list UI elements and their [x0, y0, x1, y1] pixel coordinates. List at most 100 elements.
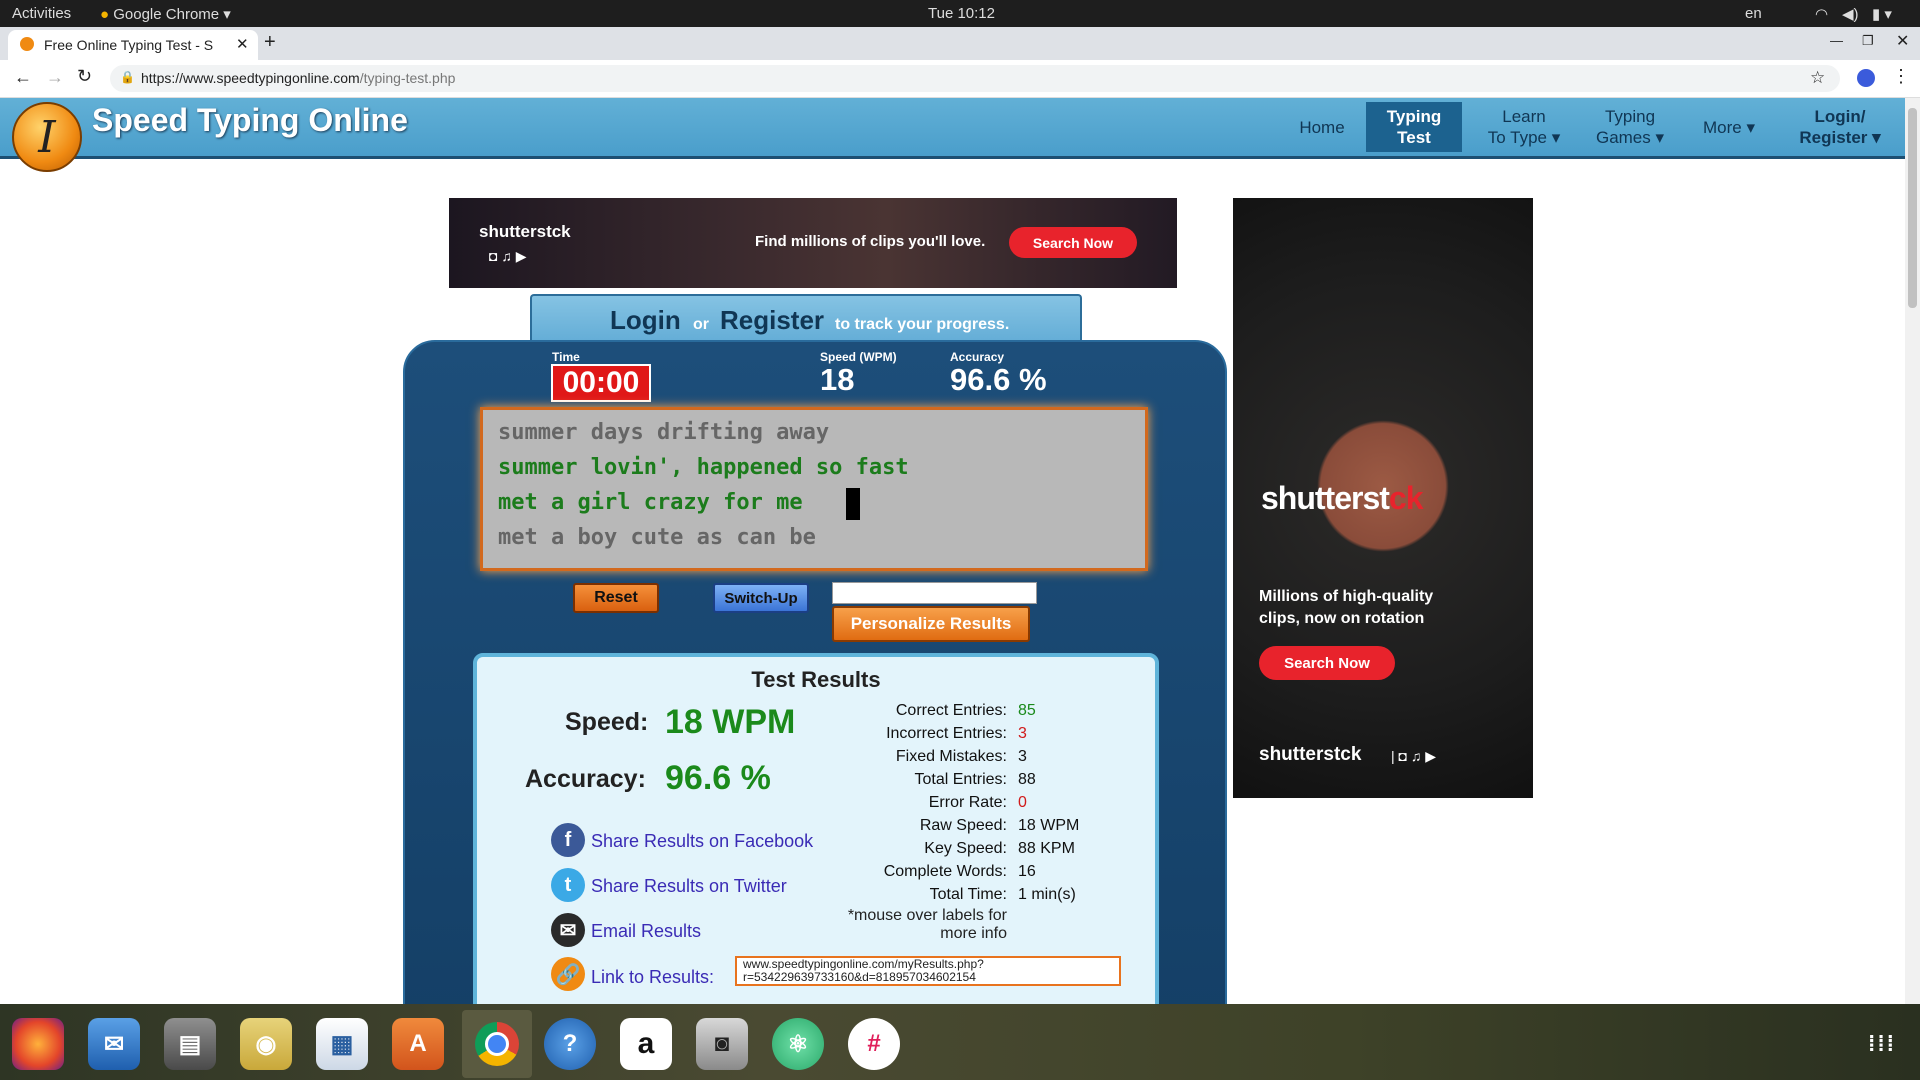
volume-icon[interactable]: ◀) — [1842, 5, 1859, 23]
lock-icon[interactable]: 🔒 — [120, 70, 135, 84]
detail-value: 3 — [1018, 748, 1027, 765]
forward-icon[interactable]: → — [46, 67, 64, 88]
banner-ad-top[interactable]: shutterstck ◘ ♫ ▶ Find millions of clips… — [449, 198, 1177, 288]
language-indicator[interactable]: en — [1745, 5, 1762, 22]
side-ad-media-icons: | ◘ ♫ ▶ — [1391, 748, 1437, 764]
bookmark-star-icon[interactable]: ☆ — [1810, 68, 1825, 88]
detail-label[interactable]: Total Time: — [807, 886, 1007, 904]
track-progress-text: to track your progress. — [835, 316, 1010, 333]
share-facebook-link[interactable]: Share Results on Facebook — [591, 831, 813, 852]
ad-media-icons: ◘ ♫ ▶ — [489, 248, 527, 264]
switch-up-button[interactable]: Switch-Up — [713, 583, 809, 613]
results-accuracy-value: 96.6 % — [665, 759, 771, 797]
detail-value: 85 — [1018, 702, 1036, 719]
mouse-over-note-1: *mouse over labels for — [847, 907, 1007, 924]
detail-label[interactable]: Raw Speed: — [807, 817, 1007, 835]
close-tab-icon[interactable]: ✕ — [236, 35, 249, 53]
text-line-typed: summer lovin', happened so fast — [498, 455, 909, 480]
address-bar[interactable]: 🔒 https://www.speedtypingonline.com/typi… — [110, 65, 1840, 92]
files-icon[interactable]: ▤ — [164, 1018, 216, 1070]
slack-icon[interactable]: # — [848, 1018, 900, 1070]
or-text: or — [693, 316, 709, 333]
rhythmbox-icon[interactable]: ◉ — [240, 1018, 292, 1070]
reset-button[interactable]: Reset — [573, 583, 659, 613]
facebook-icon[interactable]: f — [551, 823, 585, 857]
timer-display: 00:00 — [551, 364, 651, 402]
login-link[interactable]: Login — [610, 305, 681, 336]
software-center-icon[interactable]: A — [392, 1018, 444, 1070]
nav-home[interactable]: Home — [1290, 98, 1354, 156]
app-menu[interactable]: ● Google Chrome ▾ — [100, 5, 231, 23]
url-text: https://www.speedtypingonline.com/typing… — [141, 70, 456, 86]
tab-strip: Free Online Typing Test - S ✕ + — ❐ ✕ — [0, 27, 1920, 60]
accuracy-value: 96.6 % — [950, 362, 1047, 397]
chrome-icon: ● — [100, 6, 110, 23]
back-icon[interactable]: ← — [14, 67, 32, 88]
detail-label[interactable]: Error Rate: — [807, 794, 1007, 812]
link-icon[interactable]: 🔗 — [551, 957, 585, 991]
detail-label[interactable]: Fixed Mistakes: — [807, 748, 1007, 766]
text-line-current: met a girl crazy for me — [498, 490, 803, 515]
chrome-dock-active[interactable] — [462, 1010, 532, 1078]
detail-value: 18 WPM — [1018, 817, 1080, 834]
help-icon[interactable]: ? — [544, 1018, 596, 1070]
writer-icon[interactable]: ▦ — [316, 1018, 368, 1070]
nav-more[interactable]: More ▾ — [1694, 98, 1764, 156]
taskbar-dock: ✉ ▤ ◉ ▦ A ? a ◙ ⚛ # ⁞⁞⁞ — [0, 1004, 1920, 1080]
detail-label[interactable]: Key Speed: — [807, 840, 1007, 858]
email-icon[interactable]: ✉ — [551, 913, 585, 947]
side-ad-text-1: Millions of high-quality — [1259, 588, 1434, 605]
link-to-results-label: Link to Results: — [591, 967, 715, 987]
close-window-icon[interactable]: ✕ — [1896, 31, 1909, 51]
site-logo[interactable]: I — [12, 102, 82, 172]
side-ad[interactable]: shutterstck Millions of high-quality cli… — [1233, 198, 1533, 798]
atom-icon[interactable]: ⚛ — [772, 1018, 824, 1070]
typing-text-area[interactable]: summer days drifting away summer lovin',… — [480, 407, 1148, 571]
activities-button[interactable]: Activities — [12, 5, 71, 22]
amazon-icon[interactable]: a — [620, 1018, 672, 1070]
register-link[interactable]: Register — [720, 305, 824, 336]
thunderbird-icon[interactable]: ✉ — [88, 1018, 140, 1070]
camera-icon[interactable]: ◙ — [696, 1018, 748, 1070]
detail-value: 1 min(s) — [1018, 886, 1076, 903]
results-link-field[interactable]: www.speedtypingonline.com/myResults.php?… — [735, 956, 1121, 986]
detail-value: 3 — [1018, 725, 1027, 742]
results-title: Test Results — [751, 667, 881, 692]
wifi-icon[interactable]: ◠ — [1815, 5, 1828, 23]
tab-active[interactable]: Free Online Typing Test - S ✕ — [8, 30, 258, 60]
show-applications-icon[interactable]: ⁞⁞⁞ — [1856, 1018, 1908, 1070]
name-input[interactable] — [832, 582, 1037, 604]
test-results-panel: Test Results Speed: 18 WPM Accuracy: 96.… — [473, 653, 1159, 1061]
side-ad-footer-brand: shutterstck — [1259, 744, 1362, 765]
clock[interactable]: Tue 10:12 — [928, 5, 995, 22]
detail-label[interactable]: Complete Words: — [807, 863, 1007, 881]
email-results-link[interactable]: Email Results — [591, 921, 701, 942]
tab-title: Free Online Typing Test - S — [44, 37, 214, 53]
detail-value: 88 KPM — [1018, 840, 1075, 857]
detail-label[interactable]: Total Entries: — [807, 771, 1007, 789]
firefox-icon[interactable] — [12, 1018, 64, 1070]
twitter-icon[interactable]: t — [551, 868, 585, 902]
nav-learn-to-type[interactable]: Learn To Type ▾ — [1478, 98, 1570, 156]
ad-search-now-button[interactable]: Search Now — [1009, 227, 1137, 258]
nav-typing-test[interactable]: Typing Test — [1366, 102, 1462, 152]
share-twitter-link[interactable]: Share Results on Twitter — [591, 876, 787, 897]
nav-login-register[interactable]: Login/Register ▾ — [1788, 98, 1892, 156]
minimize-icon[interactable]: — — [1830, 33, 1843, 48]
text-cursor — [846, 488, 860, 520]
detail-label[interactable]: Correct Entries: — [807, 702, 1007, 720]
detail-label[interactable]: Incorrect Entries: — [807, 725, 1007, 743]
nav-typing-games[interactable]: Typing Games ▾ — [1590, 98, 1670, 156]
restore-icon[interactable]: ❐ — [1862, 33, 1874, 49]
scrollbar-thumb[interactable] — [1908, 108, 1917, 308]
side-ad-search-now-button[interactable]: Search Now — [1259, 646, 1395, 680]
text-line-previous: summer days drifting away — [498, 420, 830, 445]
reload-icon[interactable]: ↻ — [77, 66, 92, 87]
site-title[interactable]: Speed Typing Online — [92, 102, 408, 139]
personalize-results-button[interactable]: Personalize Results — [832, 606, 1030, 642]
battery-icon[interactable]: ▮ ▾ — [1872, 5, 1892, 23]
new-tab-button[interactable]: + — [264, 31, 276, 54]
mouse-over-note-2: more info — [940, 925, 1007, 942]
chrome-menu-icon[interactable]: ⋮ — [1892, 66, 1910, 87]
profile-avatar[interactable] — [1857, 69, 1875, 87]
